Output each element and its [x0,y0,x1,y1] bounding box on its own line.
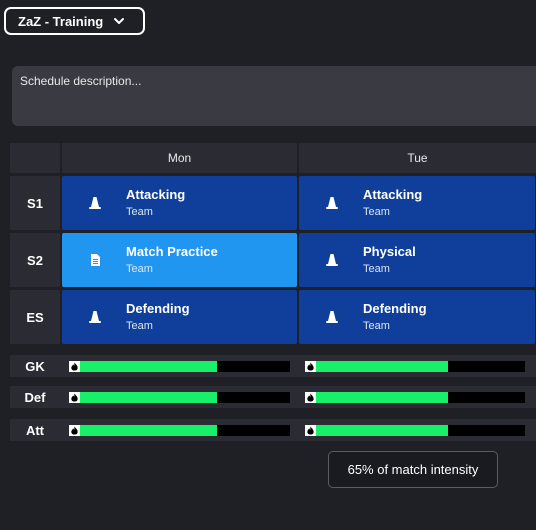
intensity-bar-fill [305,361,448,372]
session-subtitle: Team [363,206,390,218]
session-title: Attacking [363,187,423,202]
schedule-dropdown[interactable]: ZaZ - Training [4,7,145,35]
session-cell[interactable]: Defending Team [62,290,297,344]
training-cone-icon [325,253,339,267]
session-title: Physical [363,244,416,259]
day-header-tue: Tue [299,143,536,173]
fire-icon [305,392,316,403]
session-subtitle: Team [126,206,153,218]
fire-icon [69,425,80,436]
fire-icon [305,425,316,436]
intensity-label-att: Att [25,422,45,438]
session-cell[interactable]: Attacking Team [299,176,535,230]
session-subtitle: Team [363,320,390,332]
intensity-bar[interactable] [305,425,525,436]
session-label-s2: S2 [10,233,60,287]
training-cone-icon [325,310,339,324]
training-cone-icon [88,310,102,324]
intensity-bar[interactable] [305,392,525,403]
document-icon [88,253,102,267]
session-cell[interactable]: Defending Team [299,290,535,344]
intensity-bar-fill [305,392,448,403]
session-subtitle: Team [126,320,153,332]
fire-icon [69,392,80,403]
intensity-bar-fill [69,425,218,436]
session-title: Defending [363,301,427,316]
session-title: Match Practice [126,244,218,259]
session-cell[interactable]: Physical Team [299,233,535,287]
intensity-tooltip: 65% of match intensity [328,451,498,488]
intensity-bar-fill [305,425,448,436]
intensity-bar[interactable] [305,361,525,372]
session-subtitle: Team [126,263,153,275]
session-label-es: ES [10,290,60,344]
training-cone-icon [325,196,339,210]
training-cone-icon [88,196,102,210]
session-title: Attacking [126,187,186,202]
session-title: Defending [126,301,190,316]
intensity-bar-fill [69,361,218,372]
day-header-mon: Mon [62,143,297,173]
session-cell[interactable]: Match Practice Team [62,233,297,287]
intensity-bar-fill [69,392,218,403]
grid-corner [10,143,60,173]
intensity-label-def: Def [24,389,46,405]
schedule-name: ZaZ - Training [18,13,104,29]
schedule-description-input[interactable] [12,66,536,126]
fire-icon [305,361,316,372]
session-subtitle: Team [363,263,390,275]
session-cell[interactable]: Attacking Team [62,176,297,230]
chevron-down-icon [113,15,125,27]
intensity-label-gk: GK [25,358,45,374]
fire-icon [69,361,80,372]
intensity-bar[interactable] [69,361,290,372]
session-label-s1: S1 [10,176,60,230]
intensity-bar[interactable] [69,425,290,436]
intensity-bar[interactable] [69,392,290,403]
